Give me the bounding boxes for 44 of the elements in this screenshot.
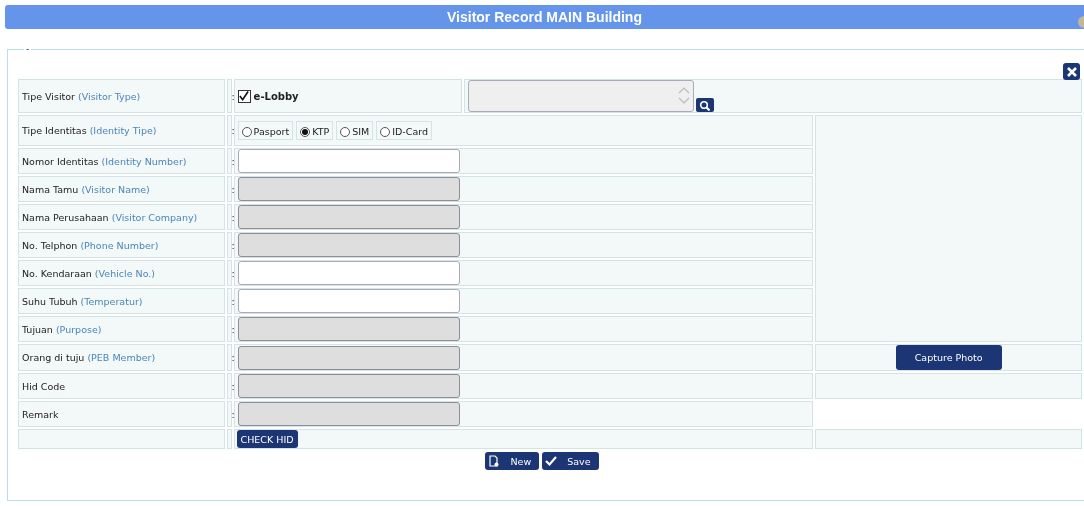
field-label: Nama Tamu (Visitor Name) — [22, 183, 150, 195]
colon-separator: : — [231, 408, 235, 420]
save-button[interactable]: Save — [542, 452, 599, 470]
colon-separator: : — [231, 380, 235, 392]
text-field[interactable] — [237, 149, 460, 173]
check-icon — [545, 455, 558, 467]
colon-separator: : — [231, 239, 235, 251]
new-button[interactable]: New — [485, 452, 540, 470]
colon-separator: : — [231, 125, 235, 136]
field-label: Nama Perusahaan (Visitor Company) — [22, 211, 198, 223]
radio-option[interactable]: KTP — [296, 121, 334, 140]
checkbox-label: e-Lobby — [253, 90, 299, 102]
text-field[interactable] — [237, 289, 460, 313]
field-label: No. Kendaraan (Vehicle No.) — [22, 267, 156, 279]
field-label: Nomor Identitas (Identity Number) — [22, 155, 187, 167]
document-icon — [488, 455, 501, 467]
radio-option[interactable]: ID-Card — [376, 121, 432, 140]
header-bar: Visitor Record MAIN Building — [5, 5, 1084, 29]
close-button[interactable] — [1063, 63, 1080, 80]
field-label: Tipe Identitas (Identity Tipe) — [22, 125, 157, 136]
search-button[interactable] — [695, 98, 714, 112]
colon-separator: : — [231, 155, 235, 167]
field-label: Tipe Visitor (Visitor Type) — [22, 90, 141, 102]
colon-separator: : — [231, 323, 235, 335]
spinner-icon — [676, 86, 691, 105]
field-label: Tujuan (Purpose) — [22, 323, 102, 335]
colon-separator: : — [231, 352, 235, 363]
checkbox[interactable] — [237, 89, 251, 103]
field-label: Suhu Tubuh (Temperatur) — [22, 295, 143, 307]
field-label: Orang di tuju (PEB Member) — [22, 352, 156, 363]
close-icon — [1065, 65, 1078, 78]
text-field[interactable] — [237, 261, 460, 285]
colon-separator: : — [231, 267, 235, 279]
field-label: Hid Code — [22, 380, 66, 392]
field-label: No. Telphon (Phone Number) — [22, 239, 159, 251]
check-hid-button[interactable]: CHECK HID — [236, 430, 298, 448]
colon-separator: : — [231, 295, 235, 307]
panel-legend: - — [24, 46, 32, 52]
colon-separator: : — [231, 183, 235, 195]
radio-option[interactable]: Pasport — [237, 121, 294, 140]
field-label: Remark — [22, 408, 59, 420]
colon-separator: : — [231, 211, 235, 223]
radio-option[interactable]: SIM — [336, 121, 374, 140]
colon-separator: : — [231, 90, 235, 102]
